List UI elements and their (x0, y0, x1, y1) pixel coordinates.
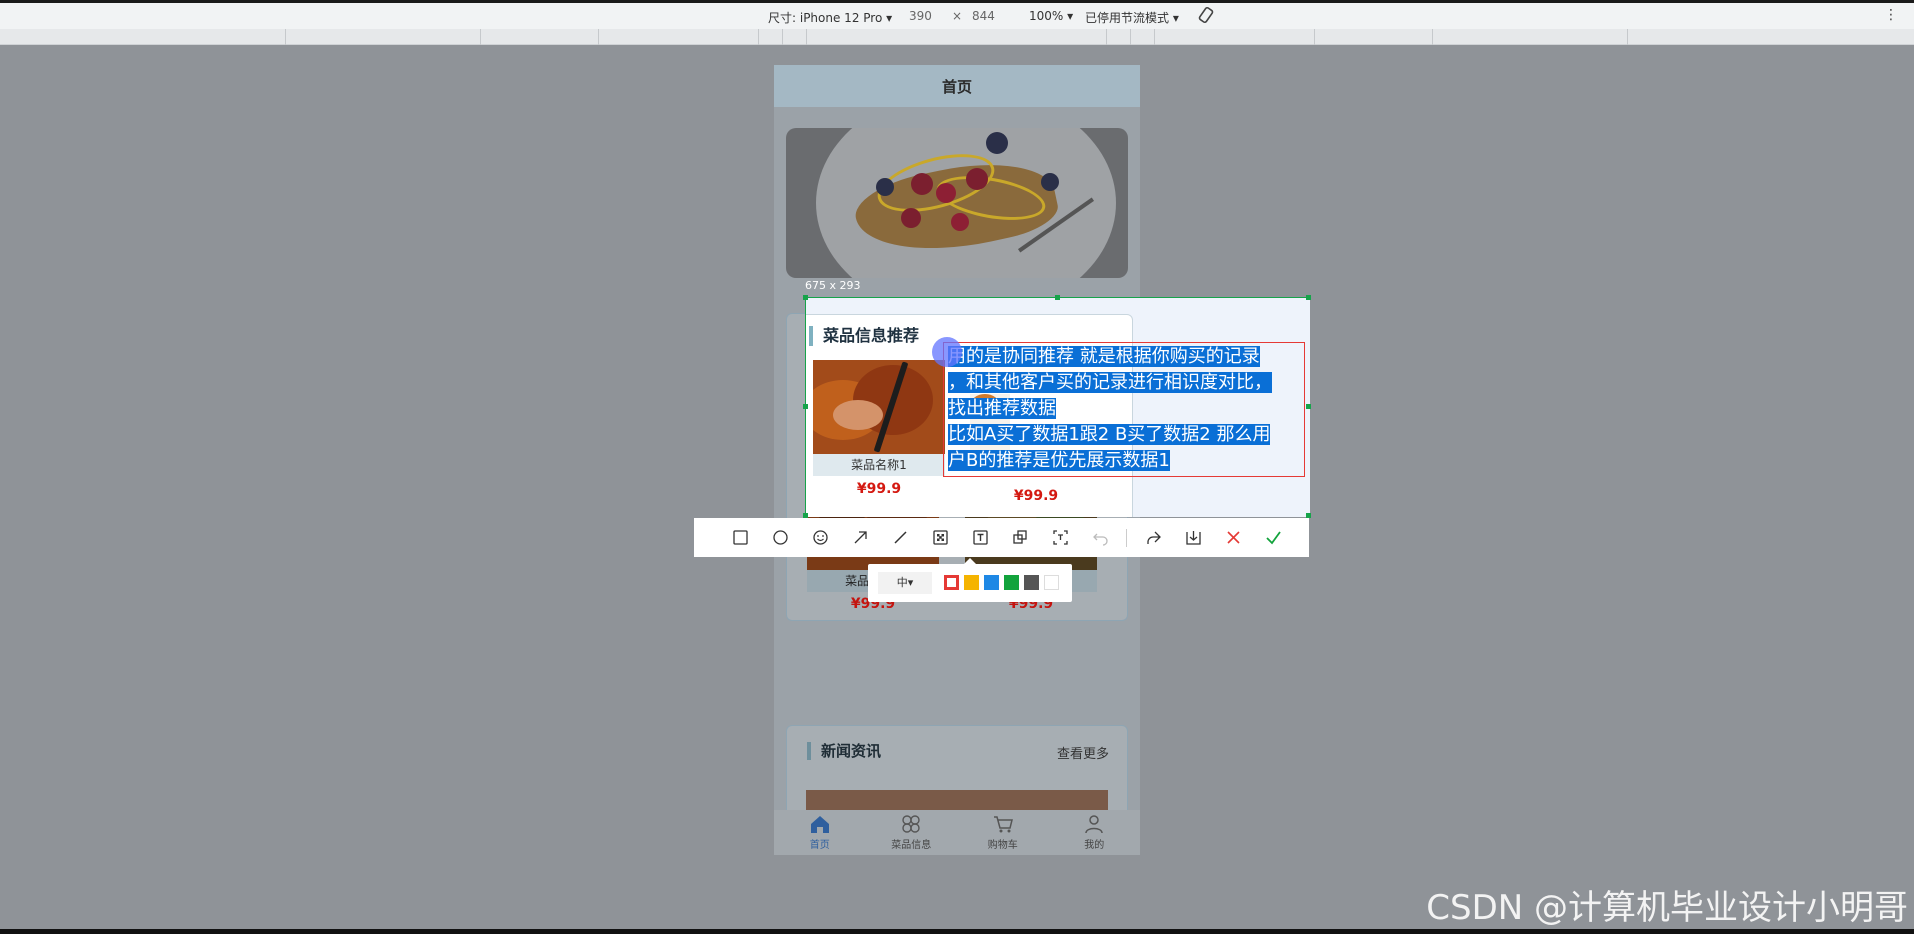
user-icon (1085, 815, 1103, 834)
news-title: 新闻资讯 (807, 742, 881, 760)
annotation-line-1: 用的是协同推荐 就是根据你购买的记录 (948, 346, 1260, 367)
window-bottom-edge (0, 929, 1914, 934)
color-swatch-red[interactable] (944, 575, 959, 590)
pin-icon[interactable] (1000, 523, 1040, 553)
news-more-link[interactable]: 查看更多 (1057, 743, 1109, 762)
times-sign: × (952, 9, 963, 23)
dish-price: ¥99.9 (1013, 488, 1059, 504)
cancel-icon[interactable] (1213, 523, 1253, 553)
tab-mine[interactable]: 我的 (1049, 810, 1141, 855)
page-title: 首页 (941, 77, 972, 96)
more-options-icon[interactable]: ⋮ (1884, 7, 1898, 23)
dish-image (813, 360, 945, 454)
tab-label: 购物车 (987, 840, 1018, 851)
rectangle-icon[interactable] (720, 523, 760, 553)
device-select[interactable]: 尺寸: iPhone 12 Pro ▾ (768, 9, 892, 26)
resize-handle-w[interactable] (803, 404, 808, 409)
text-options-bar: 中▾ (868, 558, 1072, 602)
download-icon[interactable] (1173, 523, 1213, 553)
color-swatch-blue[interactable] (984, 575, 999, 590)
color-swatch-yellow[interactable] (964, 575, 979, 590)
capture-selection[interactable]: 菜品信息推荐 菜品名称1 ¥99.9 ¥99.9 用的是协同推荐 就是根据你购买… (803, 295, 1311, 518)
device-toolbar: 尺寸: iPhone 12 Pro ▾ 390 × 844 100% ▾ 已停用… (0, 3, 1914, 29)
resize-handle-nw[interactable] (803, 295, 808, 300)
nav-bar: 首页 (774, 65, 1140, 107)
tab-label: 菜品信息 (891, 840, 932, 851)
selected-region: 菜品信息推荐 菜品名称1 ¥99.9 ¥99.9 用的是协同推荐 就是根据你购买… (806, 298, 1310, 517)
ellipse-icon[interactable] (760, 523, 800, 553)
width-input[interactable]: 390 (909, 9, 932, 23)
banner-image[interactable] (786, 128, 1128, 278)
text-icon[interactable] (960, 523, 1000, 553)
recommend-title: 菜品信息推荐 (809, 326, 919, 346)
annotation-line-4: 比如A买了数据1跟2 B买了数据2 那么用 (948, 424, 1271, 445)
watermark: CSDN @计算机毕业设计小明哥 (1426, 888, 1908, 928)
cart-icon (993, 816, 1013, 833)
tab-cart[interactable]: 购物车 (957, 810, 1049, 855)
dish-card-1[interactable]: 菜品名称1 ¥99.9 (813, 360, 945, 497)
home-icon (810, 816, 829, 833)
undo-icon[interactable] (1080, 523, 1120, 553)
throttle-select[interactable]: 已停用节流模式 ▾ (1085, 9, 1179, 26)
annotation-line-3: 找出推荐数据 (948, 398, 1056, 419)
height-input[interactable]: 844 (972, 9, 995, 23)
cursor-highlight (932, 337, 962, 367)
ocr-icon[interactable] (1040, 523, 1080, 553)
color-swatch-gray[interactable] (1024, 575, 1039, 590)
color-swatch-white[interactable] (1044, 575, 1059, 590)
grid-icon (902, 815, 920, 833)
dish-price: ¥99.9 (856, 481, 902, 497)
media-query-ruler (0, 29, 1914, 45)
arrow-icon[interactable] (840, 523, 880, 553)
zoom-select[interactable]: 100% ▾ (1029, 9, 1073, 23)
news-image[interactable] (806, 790, 1108, 810)
font-size-select[interactable]: 中▾ (878, 572, 932, 594)
resize-handle-ne[interactable] (1306, 295, 1311, 300)
annotation-toolbar (694, 518, 1309, 557)
selection-size-label: 675 x 293 (805, 279, 861, 292)
annotation-line-2: ，和其他客户买的记录进行相识度对比， (948, 372, 1272, 393)
tab-label: 首页 (809, 840, 830, 851)
emoji-icon[interactable] (800, 523, 840, 553)
annotation-line-5: 户B的推荐是优先展示数据1 (948, 450, 1170, 471)
annotation-textbox[interactable]: 用的是协同推荐 就是根据你购买的记录 ，和其他客户买的记录进行相识度对比， 找出… (943, 342, 1305, 477)
tab-label: 我的 (1084, 840, 1105, 851)
tab-bar: 首页 菜品信息 购物车 我的 (774, 810, 1140, 855)
share-icon[interactable] (1133, 523, 1173, 553)
dish-name: 菜品名称1 (813, 454, 945, 476)
tab-home[interactable]: 首页 (774, 810, 866, 855)
confirm-icon[interactable] (1253, 523, 1293, 553)
toolbar-separator (1126, 528, 1127, 547)
line-icon[interactable] (880, 523, 920, 553)
tab-dishes[interactable]: 菜品信息 (866, 810, 958, 855)
mosaic-icon[interactable] (920, 523, 960, 553)
rotate-icon[interactable] (1197, 6, 1215, 27)
color-swatch-green[interactable] (1004, 575, 1019, 590)
resize-handle-n[interactable] (1055, 295, 1060, 300)
resize-handle-e[interactable] (1306, 404, 1311, 409)
